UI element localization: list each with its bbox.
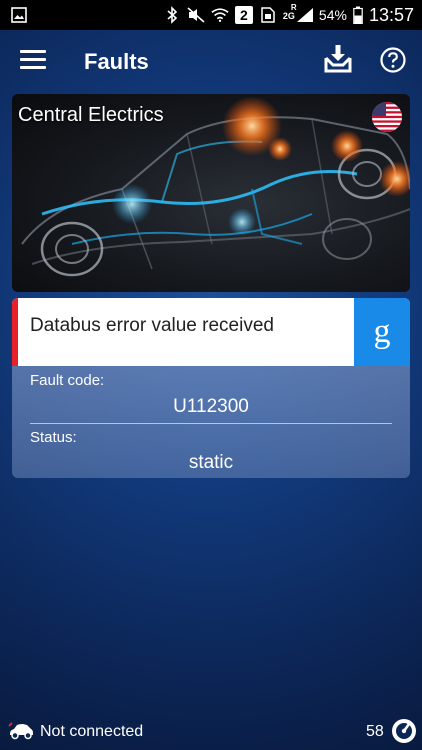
help-icon[interactable] [380,47,406,73]
category-title: Central Electrics [18,104,164,126]
sim-slot-badge: 2 [234,6,253,24]
menu-icon[interactable] [20,50,46,72]
connection-status: Not connected [40,723,144,740]
sim-icon [259,6,277,24]
fault-count: 58 [366,723,384,740]
wifi-icon [211,6,229,24]
bottom-status-bar: Not connected 58 [0,714,422,750]
status-label: Status: [30,429,77,446]
fault-card[interactable]: Databus error value received g Fault cod… [12,298,410,478]
fault-code-value: U112300 [173,396,249,417]
fault-header: Databus error value received g [12,298,410,366]
page-title: Faults [84,49,149,74]
signal-icon: 2G R [282,3,313,24]
divider [30,423,392,424]
mute-icon [187,6,205,24]
gallery-icon [10,6,28,24]
battery-percent: 54% [318,7,347,23]
us-flag-icon[interactable] [372,102,402,132]
save-inbox-icon[interactable] [323,44,353,74]
status-bar: 2 2G R 54% 13:57 [0,0,422,30]
status-value: static [188,452,234,473]
fault-details: Fault code: U112300 Status: static [12,366,410,478]
google-search-button[interactable]: g [354,298,410,366]
roaming-label: R [290,3,297,12]
google-icon: g [373,313,391,350]
category-banner: Central Electrics [12,94,410,292]
bluetooth-icon [163,6,181,24]
car-connection-icon[interactable] [8,722,34,740]
battery-icon [353,6,363,24]
fault-code-label: Fault code: [30,372,105,389]
gauge-icon[interactable] [391,718,417,744]
network-type-label: 2G [282,11,295,21]
clock: 13:57 [368,4,414,25]
fault-description: Databus error value received [30,315,274,336]
app-bar: Faults [0,30,422,92]
